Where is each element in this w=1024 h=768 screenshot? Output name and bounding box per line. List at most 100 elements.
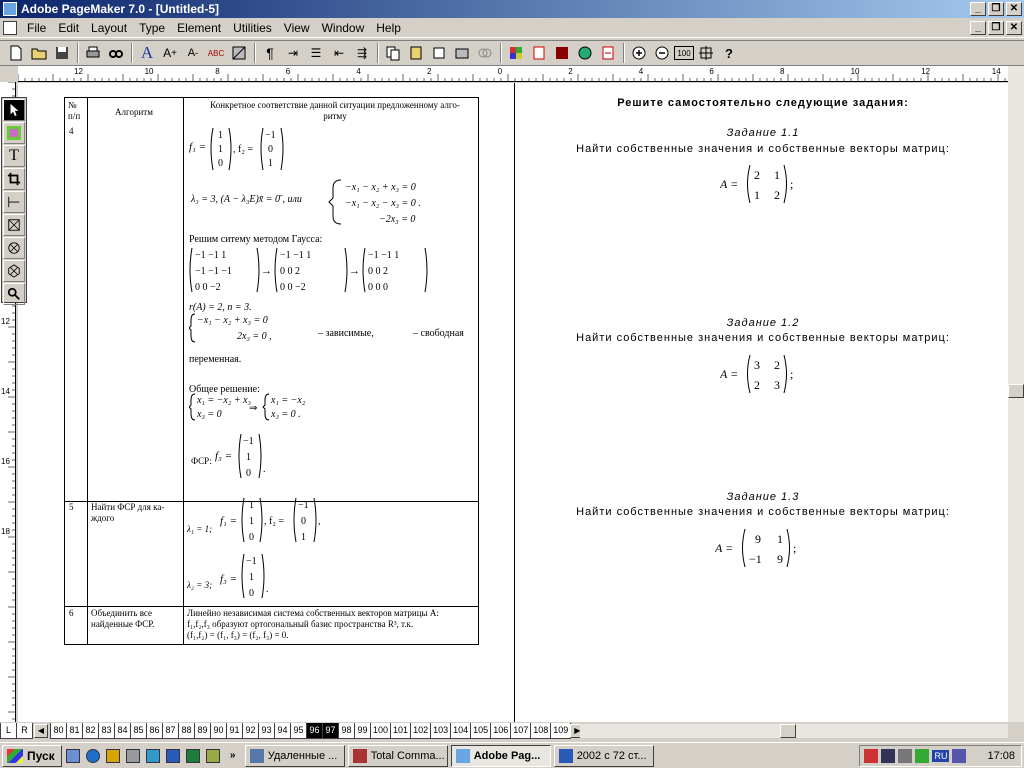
page-tab-81[interactable]: 81 — [66, 723, 83, 739]
new-icon[interactable] — [5, 42, 27, 64]
restore-button[interactable]: ❐ — [988, 2, 1004, 16]
find-icon[interactable] — [105, 42, 127, 64]
image-icon[interactable] — [451, 42, 473, 64]
quick-launch-music-icon[interactable] — [204, 747, 222, 765]
print-icon[interactable] — [82, 42, 104, 64]
open-icon[interactable] — [28, 42, 50, 64]
tray-antivirus-icon[interactable] — [864, 749, 879, 763]
menu-file[interactable]: File — [21, 21, 52, 35]
font-icon[interactable]: A — [136, 42, 158, 64]
task-word-doc[interactable]: 2002 с 72 ст... — [553, 744, 654, 767]
document-icon[interactable] — [3, 20, 17, 35]
paragraph-icon[interactable]: ¶ — [259, 42, 281, 64]
page-tab-100[interactable]: 100 — [370, 723, 392, 739]
page-tab-105[interactable]: 105 — [470, 723, 492, 739]
crop-tool-icon[interactable] — [3, 168, 25, 190]
bullets-icon[interactable]: ☰ — [305, 42, 327, 64]
copy-icon[interactable] — [382, 42, 404, 64]
page-tab-85[interactable]: 85 — [130, 723, 147, 739]
page-tab-97[interactable]: 97 — [322, 723, 339, 739]
horizontal-ruler[interactable]: 12 10 8 6 4 2 0 2 4 6 8 10 12 14 — [18, 66, 1024, 82]
page-tab-92[interactable]: 92 — [242, 723, 259, 739]
page-tab-96[interactable]: 96 — [306, 723, 323, 739]
save-icon[interactable] — [51, 42, 73, 64]
ellipse-frame-tool-icon[interactable] — [3, 237, 25, 259]
style-icon[interactable] — [228, 42, 250, 64]
page-tab-80[interactable]: 80 — [50, 723, 67, 739]
text-tool-icon[interactable]: T — [3, 145, 25, 167]
html-icon[interactable] — [551, 42, 573, 64]
line-tool-icon[interactable] — [3, 191, 25, 213]
font-size-down-icon[interactable]: A- — [182, 42, 204, 64]
menu-help[interactable]: Help — [370, 21, 407, 35]
menu-view[interactable]: View — [278, 21, 316, 35]
page-tab-82[interactable]: 82 — [82, 723, 99, 739]
tray-display-icon[interactable] — [952, 749, 967, 763]
rotate-tool-icon[interactable] — [3, 122, 25, 144]
quick-launch-word-icon[interactable] — [164, 747, 182, 765]
page-tab-106[interactable]: 106 — [490, 723, 512, 739]
page-tab-101[interactable]: 101 — [390, 723, 412, 739]
help-icon[interactable]: ? — [718, 42, 740, 64]
page-tab-91[interactable]: 91 — [226, 723, 243, 739]
quick-launch-ie-icon[interactable] — [84, 747, 102, 765]
pdf-icon[interactable] — [528, 42, 550, 64]
page-tab-94[interactable]: 94 — [274, 723, 291, 739]
page-tab-103[interactable]: 103 — [430, 723, 452, 739]
menu-edit[interactable]: Edit — [52, 21, 85, 35]
horizontal-scroll-thumb[interactable] — [780, 724, 796, 738]
page-tab-90[interactable]: 90 — [210, 723, 227, 739]
task-remote[interactable]: Удаленные ... — [244, 744, 345, 767]
page-tab-98[interactable]: 98 — [338, 723, 355, 739]
quick-launch-outlook-icon[interactable] — [104, 747, 122, 765]
actual-size-icon[interactable]: 100 — [674, 46, 694, 60]
page-tabs-left-arrow[interactable]: ◀ — [34, 724, 48, 738]
outdent-icon[interactable]: ⇤ — [328, 42, 350, 64]
page-tab-88[interactable]: 88 — [178, 723, 195, 739]
close-button[interactable]: ✕ — [1006, 2, 1022, 16]
minimize-button[interactable]: _ — [970, 2, 986, 16]
language-indicator[interactable]: RU — [932, 750, 950, 762]
page-canvas[interactable]: № п/п Алгоритм Конкретное соответствие д… — [18, 83, 1008, 722]
horizontal-scrollbar[interactable] — [580, 724, 1008, 738]
polygon-frame-tool-icon[interactable] — [3, 260, 25, 282]
page-tab-84[interactable]: 84 — [114, 723, 131, 739]
page-tab-102[interactable]: 102 — [410, 723, 432, 739]
master-left-tab[interactable]: L — [0, 723, 17, 739]
paste-icon[interactable] — [405, 42, 427, 64]
tray-volume-icon[interactable] — [898, 749, 913, 763]
page-tab-108[interactable]: 108 — [530, 723, 552, 739]
font-size-up-icon[interactable]: A + — [159, 42, 181, 64]
frame-tool-icon[interactable] — [3, 214, 25, 236]
clock[interactable]: 17:08 — [987, 750, 1015, 762]
doc-restore-button[interactable]: ❐ — [988, 21, 1004, 35]
quick-launch-app-icon[interactable] — [124, 747, 142, 765]
link-icon[interactable] — [474, 42, 496, 64]
page-tab-83[interactable]: 83 — [98, 723, 115, 739]
ruler-corner[interactable] — [0, 66, 18, 82]
quick-launch-media-icon[interactable] — [144, 747, 162, 765]
color-palette-icon[interactable] — [505, 42, 527, 64]
indent-more-icon[interactable]: ⇶ — [351, 42, 373, 64]
menu-element[interactable]: Element — [171, 21, 227, 35]
page-tab-86[interactable]: 86 — [146, 723, 163, 739]
page-tab-104[interactable]: 104 — [450, 723, 472, 739]
globe-icon[interactable] — [574, 42, 596, 64]
page-tab-93[interactable]: 93 — [258, 723, 275, 739]
menu-type[interactable]: Type — [133, 21, 171, 35]
quick-launch-desktop-icon[interactable] — [64, 747, 82, 765]
page-tab-87[interactable]: 87 — [162, 723, 179, 739]
vertical-scrollbar[interactable] — [1008, 66, 1024, 722]
pointer-tool-icon[interactable] — [3, 99, 25, 121]
task-total-commander[interactable]: Total Comma... — [347, 744, 448, 767]
master-right-tab[interactable]: R — [16, 723, 33, 739]
quick-launch-excel-icon[interactable] — [184, 747, 202, 765]
page-tab-99[interactable]: 99 — [354, 723, 371, 739]
zoom-out-icon[interactable] — [651, 42, 673, 64]
menu-utilities[interactable]: Utilities — [227, 21, 278, 35]
menu-window[interactable]: Window — [316, 21, 371, 35]
spell-check-icon[interactable]: ABC — [205, 42, 227, 64]
page-tab-89[interactable]: 89 — [194, 723, 211, 739]
vertical-scroll-thumb[interactable] — [1008, 384, 1024, 398]
start-button[interactable]: Пуск — [2, 744, 62, 767]
